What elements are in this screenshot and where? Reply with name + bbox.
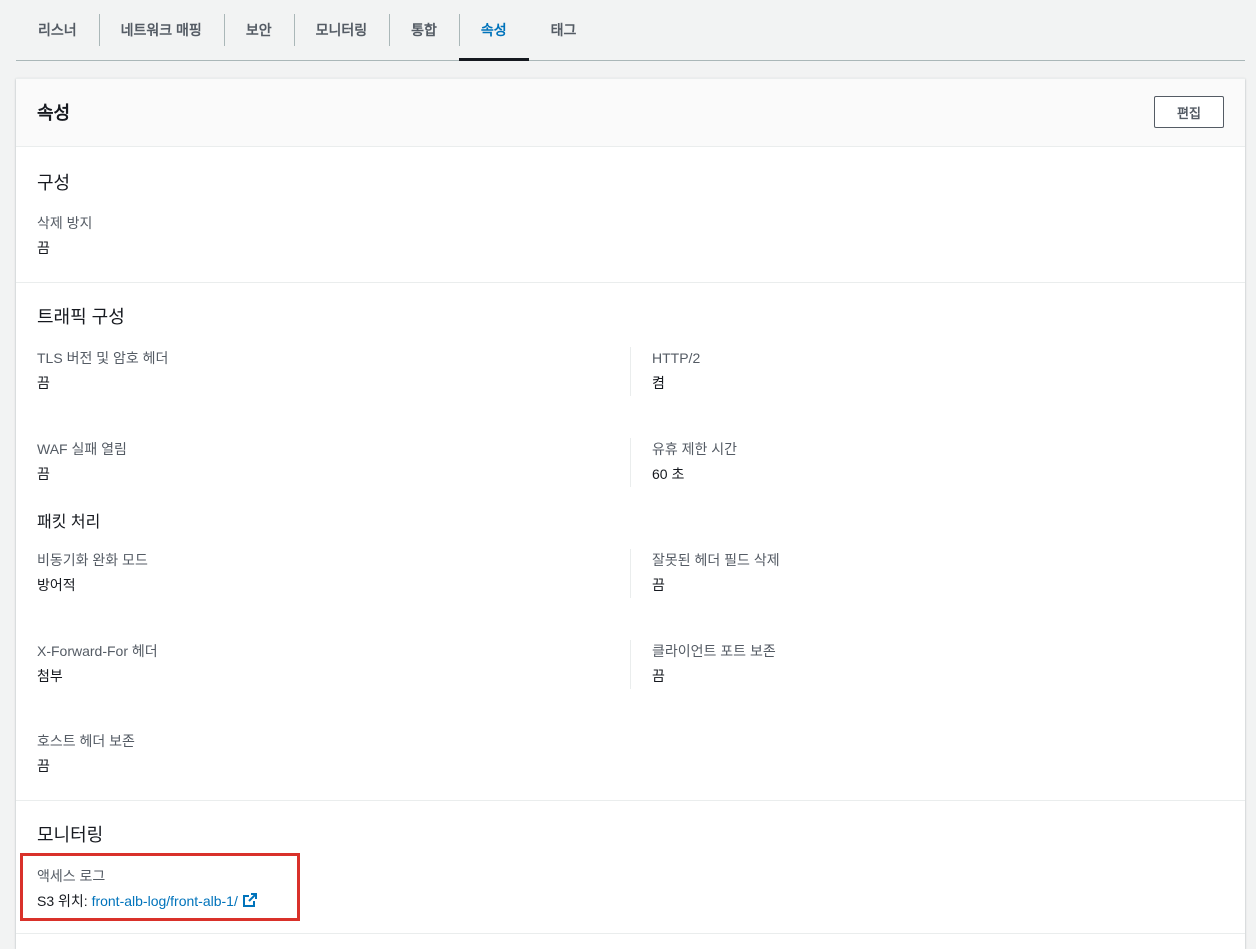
host-header-label: 호스트 헤더 보존 <box>37 733 135 749</box>
tls-headers-field: TLS 버전 및 암호 헤더 끔 <box>37 349 168 392</box>
client-port-field: 클라이언트 포트 보존 끔 <box>652 642 776 685</box>
client-port-label: 클라이언트 포트 보존 <box>652 643 776 659</box>
tab-tags[interactable]: 태그 <box>529 0 599 60</box>
divider <box>16 933 1245 934</box>
xff-header-value: 첨부 <box>37 668 63 684</box>
highlight-box <box>20 853 300 921</box>
http2-value: 켬 <box>652 375 665 391</box>
xff-header-field: X-Forward-For 헤더 첨부 <box>37 642 158 685</box>
desync-mode-label: 비동기화 완화 모드 <box>37 552 148 568</box>
tab-listeners[interactable]: 리스너 <box>16 0 99 60</box>
tab-bar: 리스너 네트워크 매핑 보안 모니터링 통합 속성 태그 <box>16 0 1245 61</box>
tab-network-mapping[interactable]: 네트워크 매핑 <box>98 0 224 60</box>
tls-headers-value: 끔 <box>37 375 50 391</box>
deletion-protection-label: 삭제 방지 <box>37 215 93 231</box>
monitoring-title: 모니터링 <box>37 825 104 845</box>
desync-mode-value: 방어적 <box>37 577 76 593</box>
http2-label: HTTP/2 <box>652 350 701 366</box>
deletion-protection-value: 끔 <box>37 240 50 256</box>
attributes-panel: 속성 편집 구성 삭제 방지 끔 트래픽 구성 TLS 버전 및 암호 헤더 끔… <box>16 78 1245 949</box>
drop-invalid-headers-value: 끔 <box>652 577 665 593</box>
drop-invalid-headers-label: 잘못된 헤더 필드 삭제 <box>652 552 780 568</box>
desync-mode-field: 비동기화 완화 모드 방어적 <box>37 551 148 594</box>
waf-fail-open-field: WAF 실패 열림 끔 <box>37 440 127 483</box>
panel-title: 속성 <box>37 103 71 123</box>
column-divider <box>630 438 631 487</box>
divider <box>16 282 1245 283</box>
idle-timeout-value: 60 초 <box>652 466 685 482</box>
tls-headers-label: TLS 버전 및 암호 헤더 <box>37 350 169 366</box>
idle-timeout-field: 유휴 제한 시간 60 초 <box>652 440 737 483</box>
tab-integrations[interactable]: 통합 <box>389 0 459 60</box>
traffic-config-title: 트래픽 구성 <box>37 307 125 327</box>
column-divider <box>630 549 631 598</box>
http2-field: HTTP/2 켬 <box>652 349 700 392</box>
host-header-value: 끔 <box>37 758 50 774</box>
edit-button[interactable]: 편집 <box>1154 96 1224 128</box>
host-header-field: 호스트 헤더 보존 끔 <box>37 732 135 775</box>
waf-fail-open-value: 끔 <box>37 466 50 482</box>
tab-security[interactable]: 보안 <box>223 0 294 60</box>
drop-invalid-headers-field: 잘못된 헤더 필드 삭제 끔 <box>652 551 780 594</box>
idle-timeout-label: 유휴 제한 시간 <box>652 441 738 457</box>
configuration-title: 구성 <box>37 173 71 193</box>
waf-fail-open-label: WAF 실패 열림 <box>37 441 127 457</box>
client-port-value: 끔 <box>652 668 665 684</box>
xff-header-label: X-Forward-For 헤더 <box>37 643 158 659</box>
column-divider <box>630 640 631 689</box>
tab-attributes[interactable]: 속성 <box>458 0 529 61</box>
tab-monitoring[interactable]: 모니터링 <box>293 0 390 60</box>
divider <box>16 800 1245 801</box>
column-divider <box>630 347 631 396</box>
packet-handling-title: 패킷 처리 <box>37 514 101 531</box>
panel-header: 속성 편집 <box>16 79 1245 147</box>
deletion-protection-field: 삭제 방지 끔 <box>37 214 92 257</box>
